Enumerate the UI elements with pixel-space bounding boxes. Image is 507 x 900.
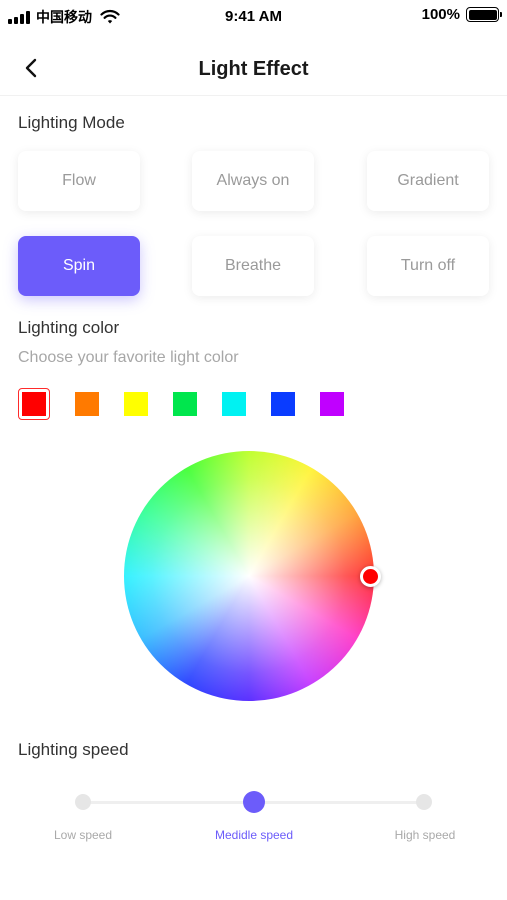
light-effect-screen: 中国移动 9:41 AM 100% Light Effect Lighting … (0, 0, 507, 900)
mode-button-always-on[interactable]: Always on (192, 151, 314, 211)
speed-stop-medium[interactable] (243, 791, 265, 813)
color-wheel-handle[interactable] (360, 566, 381, 587)
color-swatch-red[interactable] (22, 392, 46, 416)
speed-stop-low[interactable] (75, 794, 91, 810)
lighting-color-title: Lighting color (18, 318, 120, 337)
color-wheel[interactable] (124, 451, 374, 701)
color-swatch-green[interactable] (173, 392, 197, 416)
color-swatch-orange[interactable] (75, 392, 99, 416)
speed-label-low[interactable]: Low speed (28, 828, 138, 842)
mode-button-flow[interactable]: Flow (18, 151, 140, 211)
mode-button-spin[interactable]: Spin (18, 236, 140, 296)
lighting-speed-title: Lighting speed (18, 740, 129, 759)
color-swatch-cyan[interactable] (222, 392, 246, 416)
lighting-color-subtitle: Choose your favorite light color (18, 349, 239, 366)
speed-label-high[interactable]: High speed (370, 828, 480, 842)
status-right: 100% (421, 6, 502, 23)
color-swatch-yellow[interactable] (124, 392, 148, 416)
mode-button-gradient[interactable]: Gradient (367, 151, 489, 211)
nav-bar: Light Effect (0, 40, 507, 96)
lighting-mode-title: Lighting Mode (18, 113, 125, 132)
battery-percentage: 100% (421, 6, 460, 23)
battery-icon (466, 7, 502, 22)
color-swatch-purple[interactable] (320, 392, 344, 416)
page-title: Light Effect (198, 58, 309, 80)
mode-button-turn-off[interactable]: Turn off (367, 236, 489, 296)
status-bar: 中国移动 9:41 AM 100% (0, 0, 507, 34)
speed-stop-high[interactable] (416, 794, 432, 810)
speed-label-medium[interactable]: Medidle speed (199, 828, 309, 842)
color-swatch-blue[interactable] (271, 392, 295, 416)
mode-button-breathe[interactable]: Breathe (192, 236, 314, 296)
